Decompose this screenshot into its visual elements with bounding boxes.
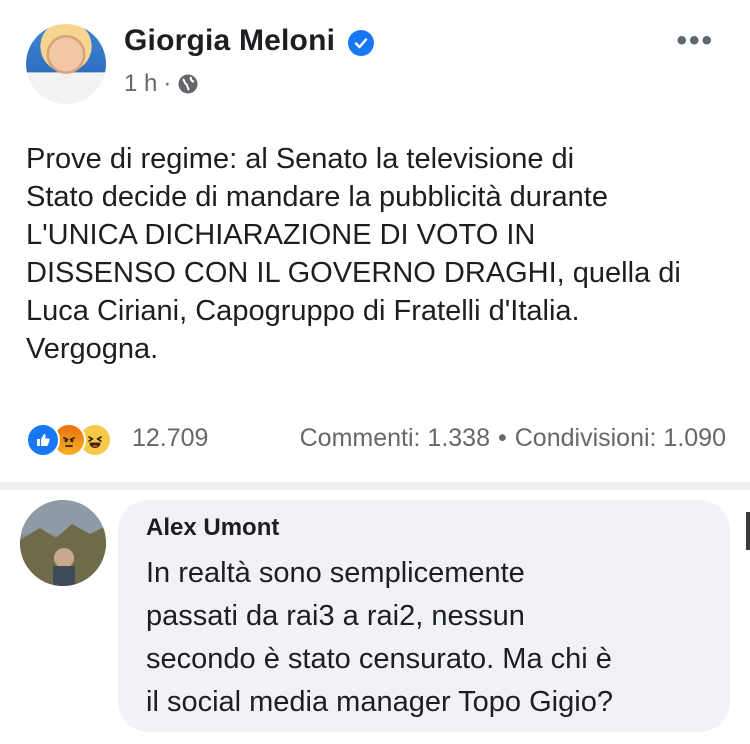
post-meta: 1 h · [124,70,199,98]
comments-count[interactable]: Commenti: 1.338 [300,424,490,453]
shares-count[interactable]: Condivisioni: 1.090 [515,424,726,453]
more-options-icon[interactable]: ••• [676,26,714,56]
post-card: Giorgia Meloni 1 h · ••• Prove di regime… [0,0,750,482]
meta-separator: · [163,70,172,97]
author-avatar[interactable] [26,24,106,104]
post-time[interactable]: 1 h [124,70,157,98]
scrollbar[interactable] [746,512,750,550]
reaction-icons[interactable] [26,423,112,457]
author-name[interactable]: Giorgia Meloni [124,24,335,58]
commenter-avatar[interactable] [20,500,106,586]
comment-author[interactable]: Alex Umont [146,514,279,542]
stats-separator: • [497,424,507,452]
comment-bubble: Alex Umont In realtà sono semplicemente … [118,500,730,732]
post-stats: Commenti: 1.338 • Condivisioni: 1.090 [300,424,726,453]
comment-text: In realtà sono semplicemente passati da … [146,557,613,718]
verified-badge-icon [348,30,374,56]
section-divider [0,482,750,490]
reaction-count[interactable]: 12.709 [132,424,208,453]
like-reaction-icon [26,423,60,457]
post-body-text: Prove di regime: al Senato la television… [26,143,681,365]
globe-icon [178,74,198,94]
